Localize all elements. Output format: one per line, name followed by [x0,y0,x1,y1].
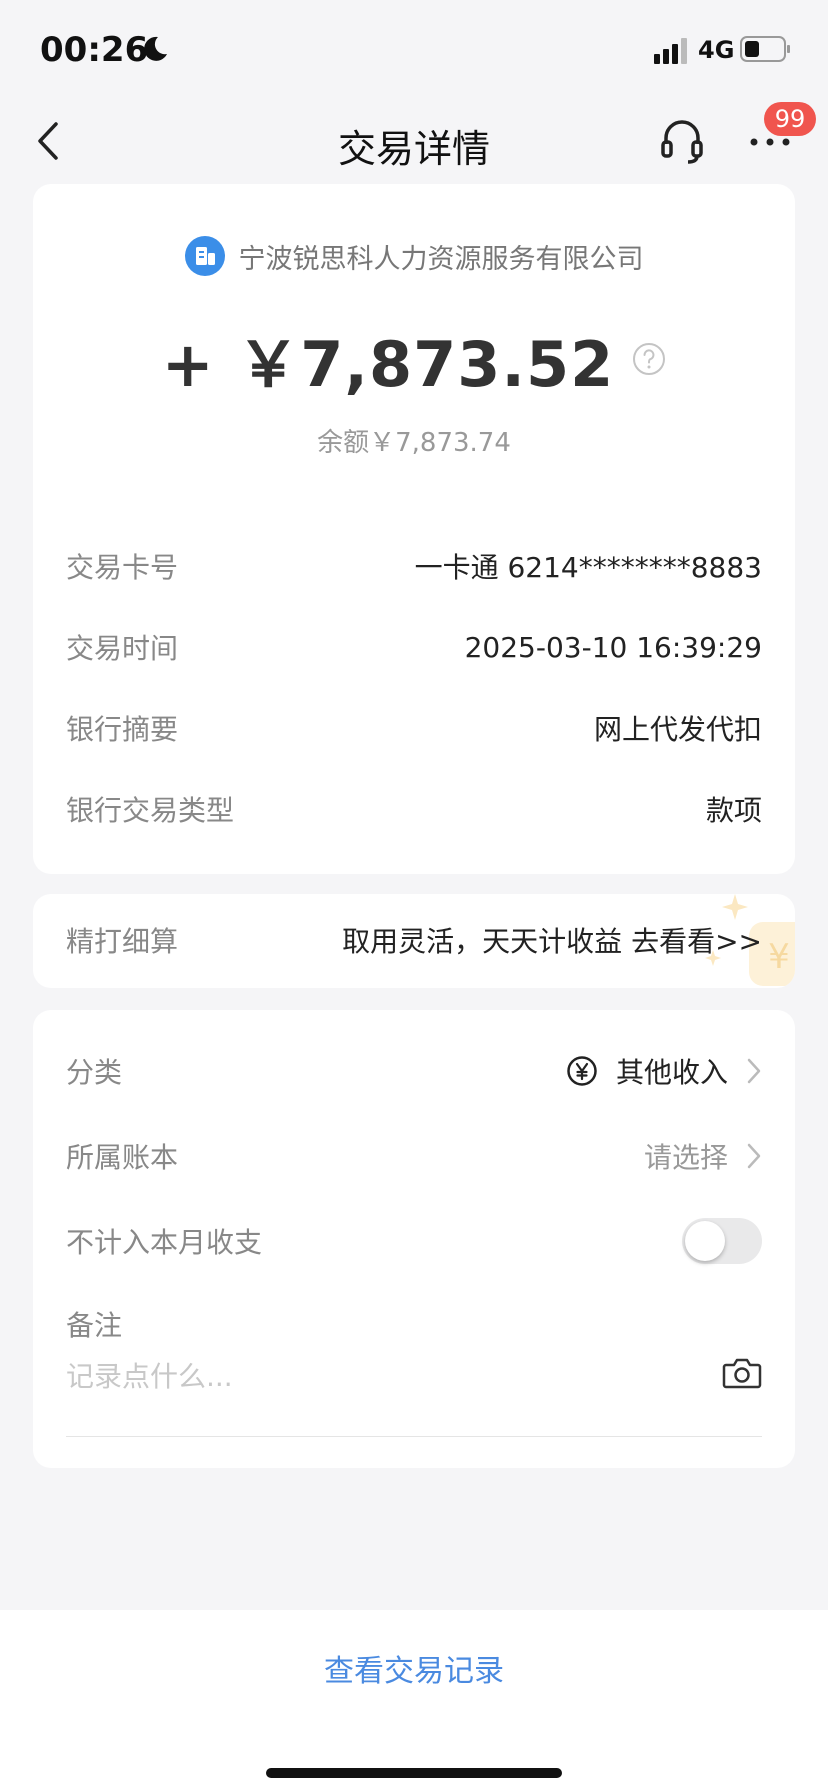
transaction-amount: + ￥7,873.52 [161,328,615,401]
detail-label: 银行摘要 [66,713,179,746]
bottom-bar: 查看交易记录 [0,1610,828,1792]
detail-row-summary: 银行摘要 网上代发代扣 [66,703,762,753]
toggle-knob [685,1221,725,1261]
detail-value: 2025-03-10 16:39:29 [464,630,762,664]
status-time: 00:26 [40,30,149,70]
exclude-toggle[interactable] [682,1218,762,1264]
detail-row-type: 银行交易类型 款项 [66,784,762,834]
detail-label: 银行交易类型 [66,794,235,827]
note-input[interactable] [66,1360,686,1393]
svg-text:¥: ¥ [768,937,790,977]
detail-row-card-number: 交易卡号 一卡通 6214********8883 [66,541,762,591]
more-icon[interactable] [748,136,792,148]
detail-value: 网上代发代扣 [593,713,762,746]
ledger-row[interactable]: 所属账本 请选择 [66,1131,762,1181]
category-value: 其他收入 [615,1056,728,1089]
network-type: 4G [698,36,735,64]
view-records-link[interactable]: 查看交易记录 [0,1646,828,1690]
promo-card[interactable]: ¥ 精打细算 取用灵活，天天计收益 去看看>> [33,894,795,988]
help-icon[interactable] [632,342,666,376]
category-row[interactable]: 分类 其他收入 [66,1046,762,1096]
nav-bar: 交易详情 99 [0,100,828,180]
detail-label: 交易时间 [66,632,179,665]
battery-icon [740,36,790,62]
amount-row: + ￥7,873.52 [33,314,795,404]
merchant-name: 宁波锐思科人力资源服务有限公司 [238,243,644,275]
detail-value: 一卡通 6214********8883 [414,551,762,584]
detail-value: 款项 [705,794,762,827]
headset-icon[interactable] [660,118,704,164]
promo-link[interactable]: 取用灵活，天天计收益 去看看>> [342,920,762,960]
merchant: 宁波锐思科人力资源服务有限公司 [33,236,795,280]
detail-row-time: 交易时间 2025-03-10 16:39:29 [66,622,762,672]
note-divider [66,1436,762,1437]
yen-icon [567,1056,597,1086]
chevron-right-icon [747,1058,761,1084]
note-label: 备注 [66,1309,123,1342]
exclude-row: 不计入本月收支 [66,1216,762,1266]
building-icon [184,236,225,276]
detail-label: 交易卡号 [66,551,179,584]
category-label: 分类 [66,1056,123,1089]
status-bar: 00:26 4G [0,0,828,100]
notification-badge: 99 [764,102,816,136]
moon-icon [144,36,167,61]
balance-text: 余额￥7,873.74 [317,428,511,458]
exclude-label: 不计入本月收支 [66,1226,263,1259]
home-indicator [266,1768,562,1778]
chevron-right-icon [747,1143,761,1169]
camera-icon[interactable] [722,1356,762,1390]
promo-label: 精打细算 [66,925,179,958]
ledger-value: 请选择 [643,1141,728,1174]
transaction-card: 宁波锐思科人力资源服务有限公司 + ￥7,873.52 余额￥7,873.74 … [33,184,795,874]
ledger-label: 所属账本 [66,1141,179,1174]
signal-icon [654,38,687,64]
record-card: 分类 其他收入 所属账本 请选择 不计入本月收支 备注 [33,1010,795,1468]
